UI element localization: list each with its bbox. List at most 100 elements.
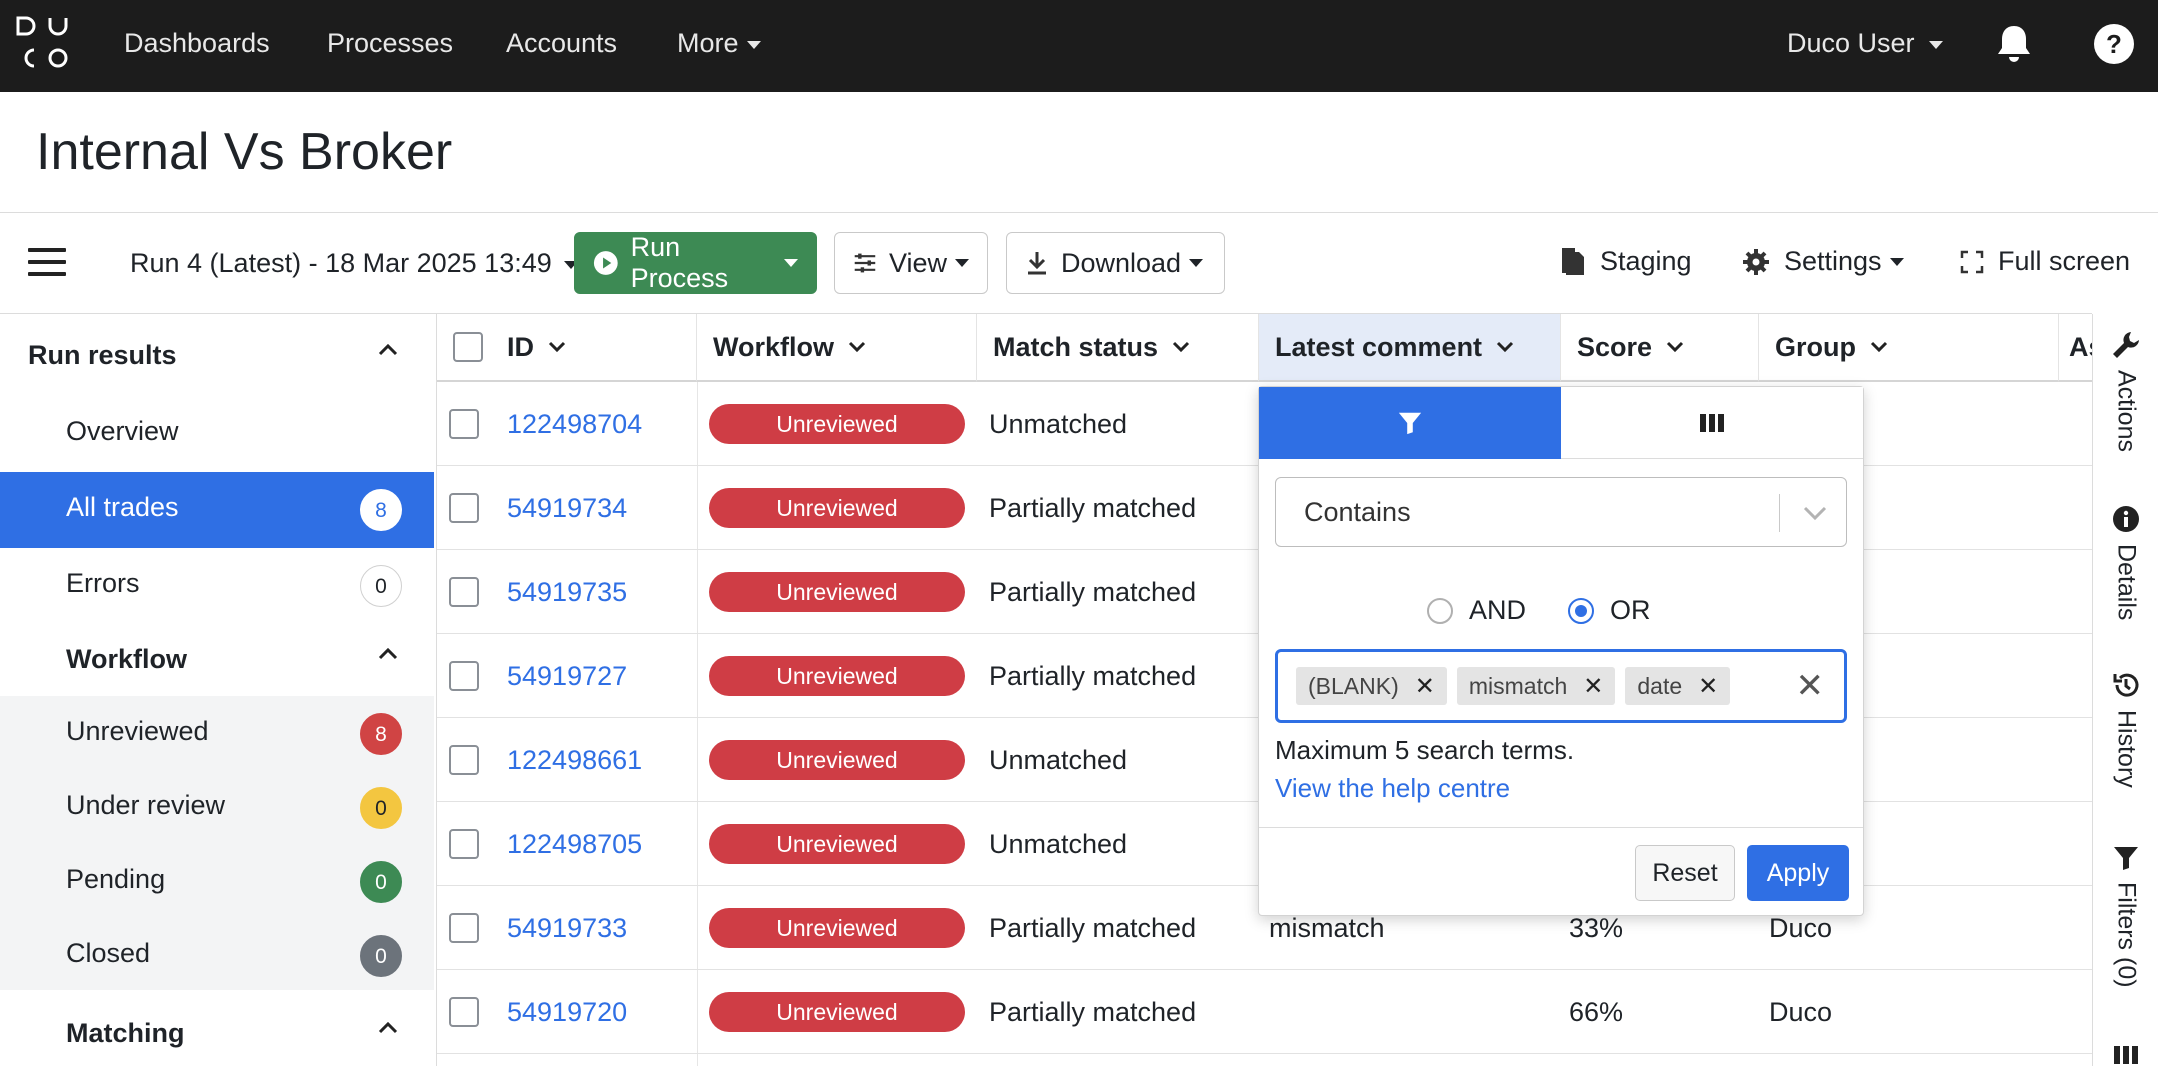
fullscreen-label: Full screen	[1998, 246, 2131, 276]
remove-chip-icon[interactable]: ✕	[1583, 672, 1603, 701]
row-checkbox[interactable]	[449, 997, 479, 1027]
nav-dashboards[interactable]: Dashboards	[124, 28, 270, 59]
nav-accounts[interactable]: Accounts	[506, 28, 617, 59]
sidebar-item-all-trades[interactable]: All trades 8	[0, 472, 434, 548]
column-header-match-status[interactable]: Match status	[977, 314, 1259, 382]
help-icon[interactable]: ?	[2092, 22, 2136, 66]
column-header-workflow[interactable]: Workflow	[697, 314, 977, 382]
chevron-down-icon	[1889, 257, 1904, 266]
workflow-status-pill: Unreviewed	[709, 908, 965, 948]
help-centre-link[interactable]: View the help centre	[1275, 773, 1510, 804]
columns-tab[interactable]	[1561, 387, 1863, 459]
chevron-up-icon[interactable]	[378, 344, 398, 356]
rail-history[interactable]: History	[2093, 670, 2158, 788]
sidebar-item-errors[interactable]: Errors 0	[0, 548, 434, 624]
gear-icon	[1743, 248, 1769, 275]
count-badge: 0	[360, 787, 402, 829]
chevron-down-icon	[1189, 259, 1204, 267]
row-checkbox[interactable]	[449, 577, 479, 607]
download-button[interactable]: Download	[1006, 232, 1225, 294]
run-results-sidebar: Run results Overview All trades 8 Errors…	[0, 314, 434, 1066]
download-label: Download	[1061, 247, 1182, 278]
search-terms-input[interactable]: (BLANK) ✕ mismatch ✕ date ✕ ✕	[1275, 649, 1847, 723]
row-checkbox[interactable]	[449, 745, 479, 775]
trade-id-link[interactable]: 122498704	[507, 382, 642, 466]
trade-id-link[interactable]: 122498705	[507, 802, 642, 886]
chevron-up-icon[interactable]	[378, 648, 398, 660]
row-checkbox[interactable]	[449, 829, 479, 859]
match-status-cell: Partially matched	[989, 996, 1197, 1027]
sidebar-item-overview[interactable]: Overview	[0, 396, 434, 472]
match-status-cell: Unmatched	[989, 408, 1128, 439]
sidebar-item-pending[interactable]: Pending 0	[0, 844, 434, 920]
trade-id-link[interactable]: 122498661	[507, 718, 642, 802]
table-row[interactable]: 54919720 Unreviewed Partially matched 66% Du…	[437, 970, 2092, 1054]
workflow-status-pill: Unreviewed	[709, 740, 965, 780]
rail-actions[interactable]: Actions	[2093, 330, 2158, 452]
matching-heading: Matching	[66, 1018, 185, 1048]
match-status-cell: Partially matched	[989, 660, 1197, 691]
info-icon	[2113, 506, 2139, 532]
divider	[1259, 827, 1863, 828]
row-checkbox[interactable]	[449, 409, 479, 439]
column-header-score[interactable]: Score	[1561, 314, 1759, 382]
chevron-down-icon	[784, 259, 798, 267]
or-radio[interactable]	[1568, 597, 1595, 624]
row-checkbox[interactable]	[449, 493, 479, 523]
settings-button[interactable]: Settings	[1742, 246, 1904, 277]
top-navigation-bar: Dashboards Processes Accounts More Duco …	[0, 0, 2158, 92]
run-process-label: Run Process	[630, 232, 729, 293]
row-checkbox[interactable]	[449, 913, 479, 943]
view-button[interactable]: View	[834, 232, 988, 294]
max-terms-hint: Maximum 5 search terms.	[1275, 735, 1575, 765]
nav-processes[interactable]: Processes	[327, 28, 453, 59]
run-results-heading: Run results	[28, 340, 177, 370]
match-status-cell: Partially matched	[989, 492, 1197, 523]
column-header-group[interactable]: Group	[1759, 314, 2059, 382]
sidebar-item-under-review[interactable]: Under review 0	[0, 770, 434, 846]
sidebar-item-label: Pending	[66, 864, 166, 894]
select-all-checkbox[interactable]	[453, 332, 483, 362]
trade-id-link[interactable]: 54919720	[507, 970, 627, 1054]
duco-logo[interactable]	[14, 12, 74, 72]
fullscreen-icon	[1960, 250, 1984, 273]
chevron-down-icon	[848, 341, 866, 353]
sidebar-item-unreviewed[interactable]: Unreviewed 8	[0, 696, 434, 772]
row-checkbox[interactable]	[449, 661, 479, 691]
remove-chip-icon[interactable]: ✕	[1698, 672, 1718, 701]
run-select-dropdown[interactable]: Run 4 (Latest) - 18 Mar 2025 13:49	[130, 248, 578, 279]
columns-icon	[1700, 413, 1724, 432]
filter-icon	[2114, 847, 2138, 870]
apply-button[interactable]: Apply	[1747, 845, 1849, 901]
column-label: Workflow	[713, 331, 834, 362]
fullscreen-button[interactable]: Full screen	[1960, 246, 2130, 277]
column-header-latest-comment[interactable]: Latest comment	[1259, 314, 1561, 382]
column-header-assignee[interactable]: As	[2059, 314, 2092, 382]
bell-icon[interactable]	[1992, 22, 2036, 66]
trade-id-link[interactable]: 54919734	[507, 466, 627, 550]
rail-label: Details	[2112, 544, 2141, 621]
user-menu[interactable]: Duco User	[1787, 28, 1943, 59]
trade-id-link[interactable]: 54919727	[507, 634, 627, 718]
rail-filters[interactable]: Filters (0)	[2093, 844, 2158, 988]
rail-columns[interactable]	[2093, 1044, 2158, 1066]
rail-details[interactable]: Details	[2093, 504, 2158, 620]
run-process-button[interactable]: Run Process	[574, 232, 817, 294]
match-status-cell: Unmatched	[989, 828, 1128, 859]
workflow-status-pill: Unreviewed	[709, 992, 965, 1032]
sidebar-item-closed[interactable]: Closed 0	[0, 918, 434, 994]
trade-id-link[interactable]: 54919733	[507, 886, 627, 970]
trade-id-link[interactable]: 54919735	[507, 550, 627, 634]
and-radio[interactable]	[1427, 597, 1453, 624]
hamburger-menu-icon[interactable]	[28, 248, 66, 276]
reset-button[interactable]: Reset	[1635, 845, 1735, 901]
nav-more[interactable]: More	[677, 28, 761, 59]
staging-button[interactable]: Staging	[1560, 246, 1692, 277]
chevron-up-icon[interactable]	[378, 1022, 398, 1034]
or-label: OR	[1610, 595, 1651, 625]
remove-chip-icon[interactable]: ✕	[1415, 672, 1435, 701]
filter-operator-select[interactable]: Contains	[1275, 477, 1847, 547]
column-header-id[interactable]: ID	[437, 314, 697, 382]
filter-tab[interactable]	[1259, 387, 1561, 459]
clear-all-icon[interactable]: ✕	[1796, 666, 1825, 706]
